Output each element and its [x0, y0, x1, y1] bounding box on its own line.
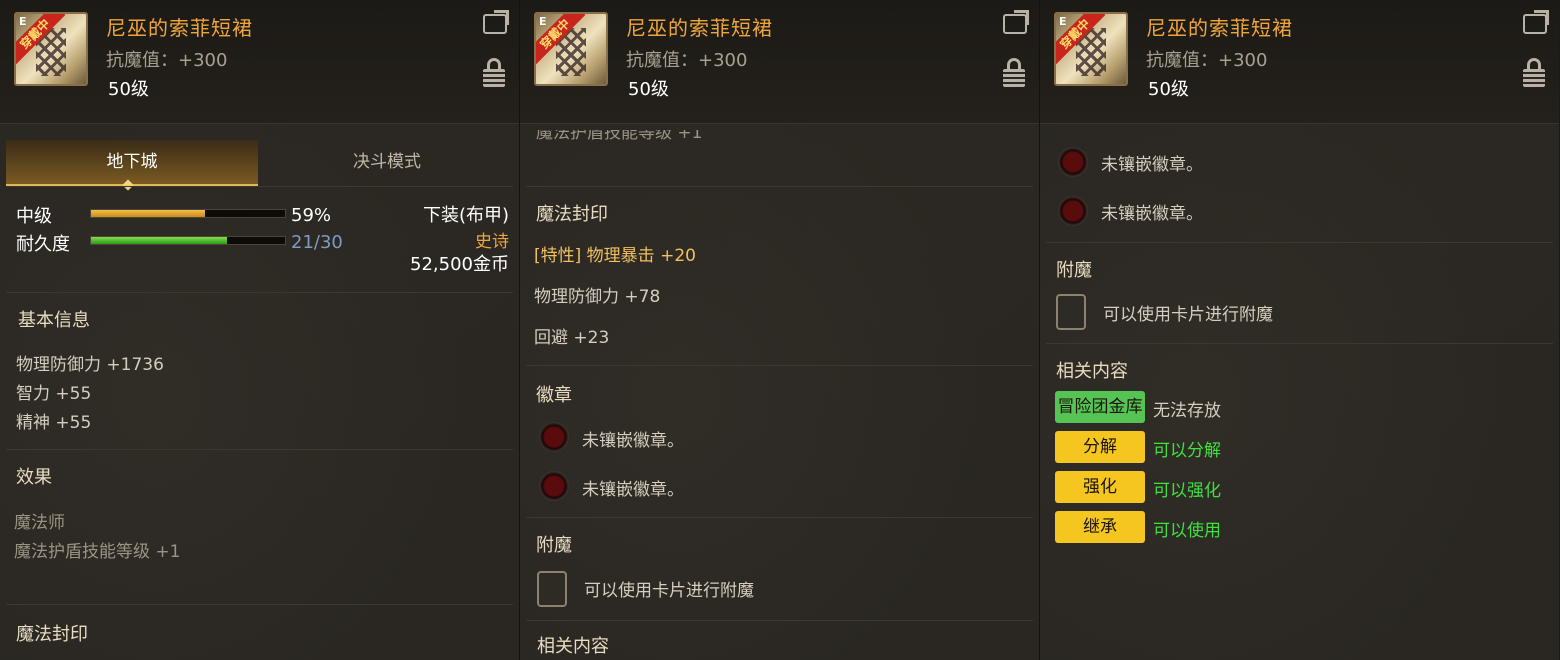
lock-icon[interactable]: [1523, 58, 1545, 88]
emblem-empty-text: 未镶嵌徽章。: [582, 480, 684, 500]
item-icon[interactable]: E 穿戴中: [534, 12, 608, 86]
item-corner-label: E: [19, 15, 27, 28]
vault-status: 无法存放: [1153, 401, 1221, 421]
grade-value: 59%: [291, 205, 332, 226]
item-corner-label: E: [539, 15, 547, 28]
tab-pvp[interactable]: 决斗模式: [262, 140, 512, 186]
item-corner-label: E: [1059, 15, 1067, 28]
item-price: 52,500金币: [410, 254, 509, 275]
effect-skill: 魔法护盾技能等级 +1: [14, 542, 181, 562]
emblem-socket-icon[interactable]: [1058, 147, 1088, 177]
item-stat: 抗魔值：+300: [1146, 50, 1268, 71]
durability-bar: [90, 236, 286, 245]
emblem-empty-text: 未镶嵌徽章。: [582, 431, 684, 451]
item-icon[interactable]: E 穿戴中: [14, 12, 88, 86]
basic-stat-spirit: 精神 +55: [16, 413, 92, 433]
inherit-status: 可以使用: [1153, 521, 1221, 541]
grade-bar: [90, 209, 286, 218]
item-icon[interactable]: E 穿戴中: [1054, 12, 1128, 86]
share-icon[interactable]: [1523, 10, 1549, 34]
item-title: 尼巫的索菲短裙: [1146, 16, 1293, 40]
item-level: 50级: [1148, 79, 1189, 100]
basic-stat-int: 智力 +55: [16, 384, 92, 404]
disassemble-button[interactable]: 分解: [1055, 431, 1145, 463]
basic-info-heading: 基本信息: [18, 310, 90, 331]
item-panel-2: E 穿戴中 尼巫的索菲短裙 抗魔值：+300 50级 魔法护盾技能等级 +1 魔…: [519, 0, 1039, 660]
enchant-heading: 附魔: [1056, 260, 1092, 281]
disassemble-status: 可以分解: [1153, 441, 1221, 461]
basic-stat-defense: 物理防御力 +1736: [16, 355, 164, 375]
emblem-socket-icon[interactable]: [539, 471, 569, 501]
durability-value: 21/30: [291, 232, 343, 253]
vault-button[interactable]: 冒险团金库: [1055, 391, 1145, 423]
item-rarity: 史诗: [475, 232, 509, 252]
seal-evade: 回避 +23: [534, 328, 610, 348]
related-heading: 相关内容: [1056, 361, 1128, 382]
item-header: E 穿戴中 尼巫的索菲短裙 抗魔值：+300 50级: [1040, 0, 1559, 124]
emblem-empty-text: 未镶嵌徽章。: [1101, 204, 1203, 224]
related-heading: 相关内容: [537, 636, 609, 657]
item-header: E 穿戴中 尼巫的索菲短裙 抗魔值：+300 50级: [0, 0, 519, 124]
lock-icon[interactable]: [1003, 58, 1025, 88]
emblem-socket-icon[interactable]: [1058, 196, 1088, 226]
item-panel-1: E 穿戴中 尼巫的索菲短裙 抗魔值：+300 50级 地下城 决斗模式 中级 5…: [0, 0, 519, 660]
effect-class: 魔法师: [14, 513, 65, 533]
card-slot-icon[interactable]: [537, 571, 567, 607]
seal-trait: [特性] 物理暴击 +20: [534, 246, 696, 266]
item-panel-3: E 穿戴中 尼巫的索菲短裙 抗魔值：+300 50级 未镶嵌徽章。 未镶嵌徽章。…: [1039, 0, 1559, 660]
share-icon[interactable]: [1003, 10, 1029, 34]
enchant-text: 可以使用卡片进行附魔: [584, 581, 754, 601]
seal-heading: 魔法封印: [16, 624, 88, 645]
seal-heading: 魔法封印: [536, 204, 608, 225]
tab-dungeon[interactable]: 地下城: [6, 140, 258, 186]
enchant-text: 可以使用卡片进行附魔: [1103, 305, 1273, 325]
card-slot-icon[interactable]: [1056, 294, 1086, 330]
item-level: 50级: [108, 79, 149, 100]
share-icon[interactable]: [483, 10, 509, 34]
enchant-heading: 附魔: [536, 535, 572, 556]
enhance-button[interactable]: 强化: [1055, 471, 1145, 503]
emblem-heading: 徽章: [536, 385, 572, 406]
emblem-empty-text: 未镶嵌徽章。: [1101, 155, 1203, 175]
effect-heading: 效果: [16, 467, 52, 488]
enhance-status: 可以强化: [1153, 481, 1221, 501]
item-stat: 抗魔值：+300: [106, 50, 228, 71]
item-title: 尼巫的索菲短裙: [106, 16, 253, 40]
item-title: 尼巫的索菲短裙: [626, 16, 773, 40]
item-level: 50级: [628, 79, 669, 100]
emblem-socket-icon[interactable]: [539, 422, 569, 452]
grade-label: 中级: [16, 206, 52, 227]
item-slot: 下装(布甲): [422, 205, 509, 226]
item-stat: 抗魔值：+300: [626, 50, 748, 71]
inherit-button[interactable]: 继承: [1055, 511, 1145, 543]
item-header: E 穿戴中 尼巫的索菲短裙 抗魔值：+300 50级: [520, 0, 1039, 124]
seal-defense: 物理防御力 +78: [534, 287, 661, 307]
lock-icon[interactable]: [483, 58, 505, 88]
durability-label: 耐久度: [16, 234, 70, 255]
